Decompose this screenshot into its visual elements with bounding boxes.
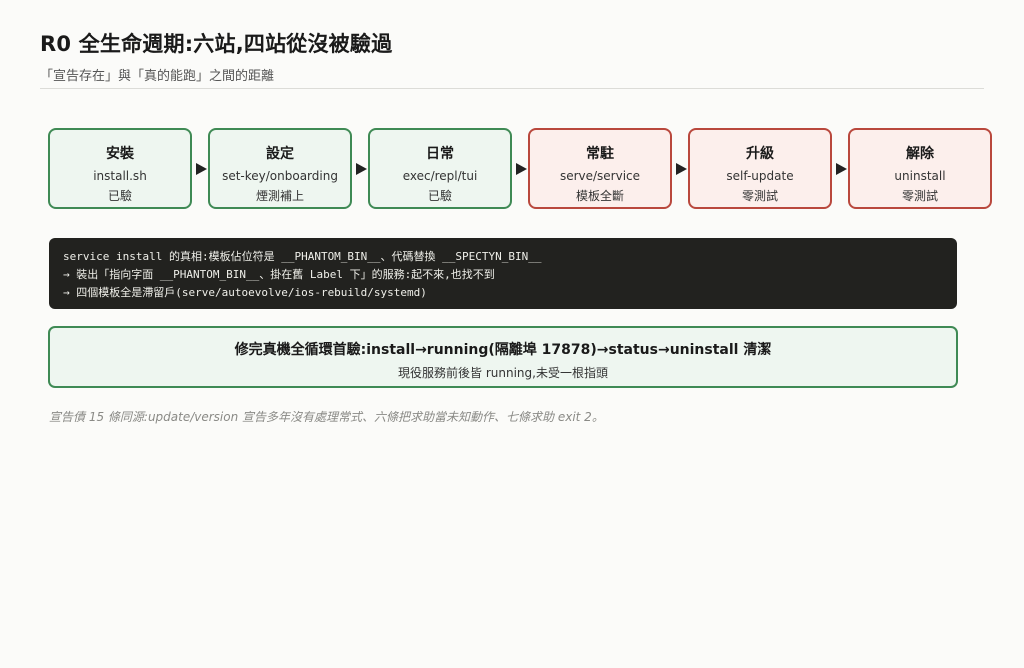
code-block: service install 的真相:模板佔位符是 __PHANTOM_BIN… xyxy=(49,238,957,309)
stage-upgrade: 升級 self-update 零測試 xyxy=(688,128,832,209)
lifecycle-flow: 安裝 install.sh 已驗 設定 set-key/onboarding 煙… xyxy=(48,128,998,212)
flow-arrow-icon xyxy=(676,163,687,175)
flow-arrow-icon xyxy=(356,163,367,175)
stage-command: uninstall xyxy=(894,169,946,183)
flow-arrow-icon xyxy=(196,163,207,175)
result-subtext: 現役服務前後皆 running,未受一根指頭 xyxy=(398,366,608,380)
stage-daily: 日常 exec/repl/tui 已驗 xyxy=(368,128,512,209)
stage-command: self-update xyxy=(726,169,794,183)
page-title: R0 全生命週期:六站,四站從沒被驗過 xyxy=(40,32,393,56)
page-subtitle: 「宣告存在」與「真的能跑」之間的距離 xyxy=(40,69,275,84)
footnote: 宣告債 15 條同源:update/version 宣告多年沒有處理常式、六條把… xyxy=(49,410,604,424)
stage-name: 升級 xyxy=(746,146,774,162)
stage-name: 安裝 xyxy=(106,146,134,162)
stage-status: 已驗 xyxy=(107,189,132,203)
stage-status: 零測試 xyxy=(901,189,938,203)
stage-command: set-key/onboarding xyxy=(222,169,338,183)
divider xyxy=(40,88,984,89)
stage-setup: 設定 set-key/onboarding 煙測補上 xyxy=(208,128,352,209)
stage-status: 零測試 xyxy=(741,189,778,203)
stage-name: 解除 xyxy=(906,146,934,162)
stage-command: serve/service xyxy=(559,169,641,183)
stage-status: 煙測補上 xyxy=(255,189,304,203)
code-line: → 裝出「指向字面 __PHANTOM_BIN__、掛在舊 Label 下」的服… xyxy=(63,268,495,281)
stage-name: 常駐 xyxy=(586,146,614,162)
flow-arrow-icon xyxy=(516,163,527,175)
code-line: service install 的真相:模板佔位符是 __PHANTOM_BIN… xyxy=(63,250,542,263)
result-headline: 修完真機全循環首驗:install→running(隔離埠 17878)→sta… xyxy=(234,342,772,358)
stage-uninstall: 解除 uninstall 零測試 xyxy=(848,128,992,209)
stage-status: 已驗 xyxy=(427,189,452,203)
stage-name: 設定 xyxy=(266,146,294,162)
stage-resident: 常駐 serve/service 模板全斷 xyxy=(528,128,672,209)
stage-status: 模板全斷 xyxy=(575,189,624,203)
result-box: 修完真機全循環首驗:install→running(隔離埠 17878)→sta… xyxy=(48,326,958,388)
code-line: → 四個模板全是滯留戶(serve/autoevolve/ios-rebuild… xyxy=(63,286,427,299)
stage-command: install.sh xyxy=(93,169,147,183)
header: R0 全生命週期:六站,四站從沒被驗過 「宣告存在」與「真的能跑」之間的距離 xyxy=(40,28,984,84)
stage-command: exec/repl/tui xyxy=(402,169,478,183)
stage-install: 安裝 install.sh 已驗 xyxy=(48,128,192,209)
stage-name: 日常 xyxy=(426,146,454,162)
flow-arrow-icon xyxy=(836,163,847,175)
